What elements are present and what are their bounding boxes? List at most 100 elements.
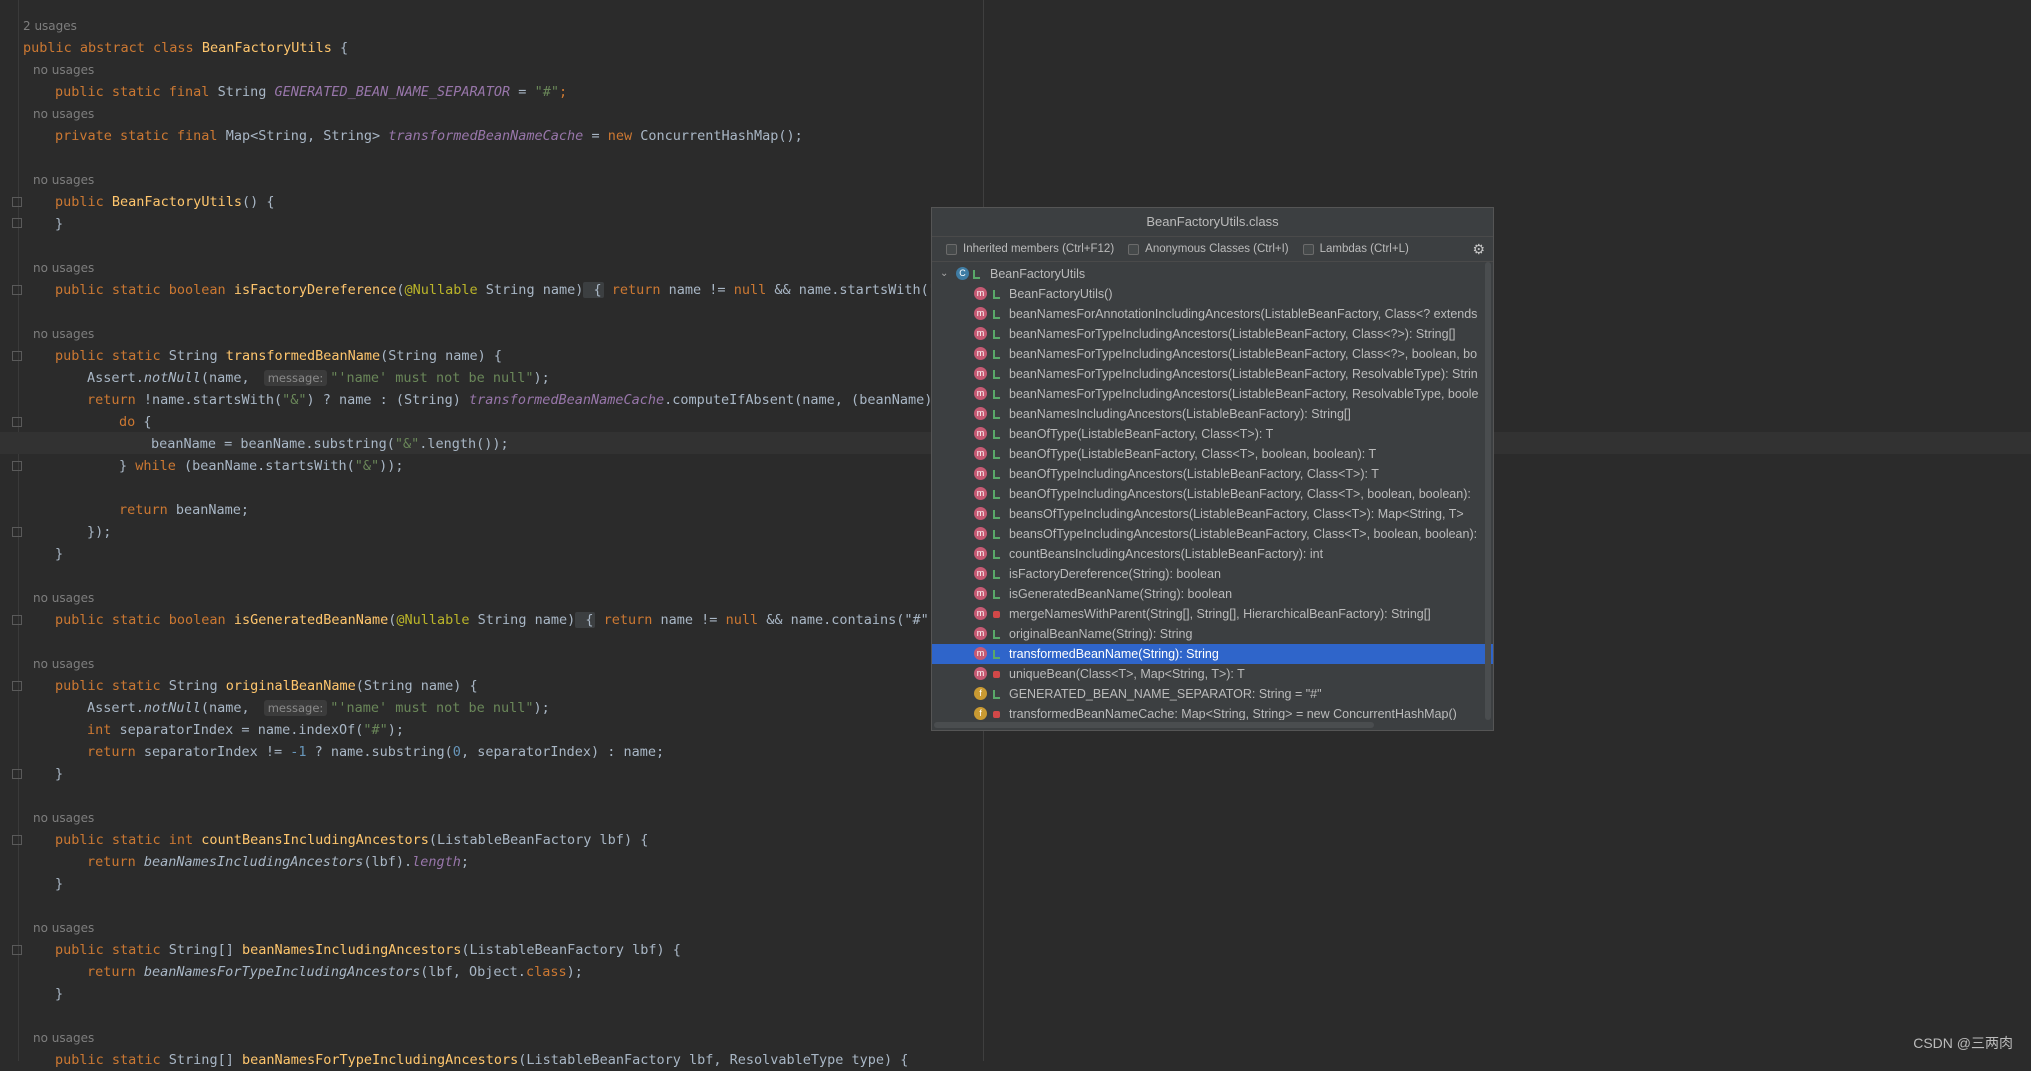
tree-item-label: BeanFactoryUtils() (1009, 287, 1113, 301)
tree-method-item[interactable]: m beanOfType(ListableBeanFactory, Class<T… (932, 444, 1493, 464)
popup-options-bar: Inherited members (Ctrl+F12) Anonymous C… (932, 237, 1493, 262)
inherited-members-checkbox[interactable]: Inherited members (Ctrl+F12) (946, 243, 1114, 255)
file-structure-popup[interactable]: BeanFactoryUtils.class Inherited members… (931, 207, 1494, 731)
lambdas-checkbox[interactable]: Lambdas (Ctrl+L) (1302, 243, 1409, 255)
code-line: }); (87, 524, 112, 540)
usages-hint[interactable]: no usages (0, 917, 94, 939)
tree-field-item[interactable]: f transformedBeanNameCache: Map<String, S… (932, 704, 1493, 720)
code-line: return beanName; (119, 502, 250, 518)
tree-method-item[interactable]: m beanNamesIncludingAncestors(ListableBea… (932, 404, 1493, 424)
tree-method-item[interactable]: m uniqueBean(Class<T>, Map<String, T>): T (932, 664, 1493, 684)
checkbox-icon[interactable] (1302, 243, 1314, 255)
public-visibility-icon (993, 430, 1000, 439)
usages-hint[interactable]: no usages (0, 59, 94, 81)
public-visibility-icon (993, 490, 1000, 499)
method-icon: m (974, 347, 987, 360)
class-icon: C (956, 267, 969, 280)
usages-hint[interactable]: no usages (0, 103, 94, 125)
public-visibility-icon (993, 590, 1000, 599)
tree-field-item[interactable]: f GENERATED_BEAN_NAME_SEPARATOR: String =… (932, 684, 1493, 704)
method-icon: m (974, 527, 987, 540)
tree-root-class[interactable]: ⌄ C BeanFactoryUtils (932, 264, 1493, 284)
field-icon: f (974, 707, 987, 720)
code-line: } (55, 546, 64, 562)
method-icon: m (974, 407, 987, 420)
tree-method-item[interactable]: m countBeansIncludingAncestors(ListableBe… (932, 544, 1493, 564)
code-line: Assert.notNull(name, message: "'name' mus… (87, 700, 550, 716)
tree-method-item[interactable]: m isGeneratedBeanName(String): boolean (932, 584, 1493, 604)
tree-item-label: transformedBeanNameCache: Map<String, St… (1009, 707, 1457, 720)
tree-method-item[interactable]: m beanNamesForTypeIncludingAncestors(List… (932, 384, 1493, 404)
code-line: beanName = beanName.substring("&".length… (151, 436, 509, 452)
public-visibility-icon (993, 350, 1000, 359)
method-icon: m (974, 667, 987, 680)
code-line: } (55, 766, 64, 782)
tree-method-item[interactable]: m beanOfType(ListableBeanFactory, Class<T… (932, 424, 1493, 444)
method-icon: m (974, 647, 987, 660)
method-icon: m (974, 447, 987, 460)
code-line: Assert.notNull(name, message: "'name' mus… (87, 370, 550, 386)
private-lock-icon (993, 611, 1000, 618)
tree-method-item[interactable]: m beansOfTypeIncludingAncestors(ListableB… (932, 524, 1493, 544)
tree-method-item[interactable]: m beansOfTypeIncludingAncestors(ListableB… (932, 504, 1493, 524)
method-icon: m (974, 307, 987, 320)
method-icon: m (974, 587, 987, 600)
public-visibility-icon (993, 650, 1000, 659)
tree-item-label: beanNamesForTypeIncludingAncestors(Lista… (1009, 327, 1456, 341)
checkbox-icon[interactable] (1128, 243, 1140, 255)
usages-hint[interactable]: no usages (0, 257, 94, 279)
chevron-down-icon[interactable]: ⌄ (940, 264, 948, 284)
code-line: public static String[] beanNamesForTypeI… (55, 1052, 909, 1068)
tree-method-item[interactable]: m beanOfTypeIncludingAncestors(ListableBe… (932, 484, 1493, 504)
public-visibility-icon (993, 570, 1000, 579)
public-visibility-icon (993, 450, 1000, 459)
tree-item-label: beanOfType(ListableBeanFactory, Class<T>… (1009, 427, 1274, 441)
vertical-scrollbar[interactable] (1485, 262, 1491, 720)
usages-hint[interactable]: no usages (0, 807, 94, 829)
tree-item-label: originalBeanName(String): String (1009, 627, 1193, 641)
code-line: return beanNamesIncludingAncestors(lbf).… (87, 854, 470, 870)
method-icon: m (974, 487, 987, 500)
tree-item-label: isFactoryDereference(String): boolean (1009, 567, 1221, 581)
tree-method-item[interactable]: m BeanFactoryUtils() (932, 284, 1493, 304)
code-line: do { (119, 414, 152, 430)
public-visibility-icon (993, 550, 1000, 559)
code-line: } (55, 216, 64, 232)
public-visibility-icon (993, 510, 1000, 519)
tree-method-item[interactable]: m isFactoryDereference(String): boolean (932, 564, 1493, 584)
usages-hint[interactable]: no usages (0, 1027, 94, 1049)
tree-method-item[interactable]: m beanNamesForTypeIncludingAncestors(List… (932, 364, 1493, 384)
usages-hint[interactable]: 2 usages (0, 15, 77, 37)
usages-hint[interactable]: no usages (0, 169, 94, 191)
public-visibility-icon (993, 410, 1000, 419)
tree-method-item[interactable]: m beanNamesForAnnotationIncludingAncestor… (932, 304, 1493, 324)
tree-item-label: isGeneratedBeanName(String): boolean (1009, 587, 1233, 601)
tree-method-item[interactable]: m originalBeanName(String): String (932, 624, 1493, 644)
tree-method-item[interactable]: m beanNamesForTypeIncludingAncestors(List… (932, 344, 1493, 364)
gear-icon[interactable]: ⚙ (1472, 241, 1485, 258)
anonymous-classes-checkbox[interactable]: Anonymous Classes (Ctrl+I) (1128, 243, 1289, 255)
method-icon: m (974, 547, 987, 560)
usages-hint[interactable]: no usages (0, 653, 94, 675)
code-line: public static String[] beanNamesIncludin… (55, 942, 681, 958)
private-lock-icon (993, 671, 1000, 678)
structure-tree[interactable]: ⌄ C BeanFactoryUtils m BeanFactoryUtils()… (932, 262, 1493, 720)
tree-item-label: beanNamesForTypeIncludingAncestors(Lista… (1009, 367, 1478, 381)
code-line: } (55, 986, 64, 1002)
horizontal-scrollbar[interactable] (934, 722, 1374, 728)
tree-method-item[interactable]: m mergeNamesWithParent(String[], String[]… (932, 604, 1493, 624)
usages-hint[interactable]: no usages (0, 587, 94, 609)
tree-method-item[interactable]: m beanNamesForTypeIncludingAncestors(List… (932, 324, 1493, 344)
checkbox-icon[interactable] (946, 243, 957, 255)
field-icon: f (974, 687, 987, 700)
code-line: return separatorIndex != -1 ? name.subst… (87, 744, 665, 760)
code-line: public static String transformedBeanName… (55, 348, 503, 364)
tree-method-item[interactable]: m transformedBeanName(String): String (932, 644, 1493, 664)
public-visibility-icon (993, 370, 1000, 379)
public-visibility-icon (993, 290, 1000, 299)
method-icon: m (974, 287, 987, 300)
code-line: private static final Map<String, String>… (55, 128, 803, 144)
tree-method-item[interactable]: m beanOfTypeIncludingAncestors(ListableBe… (932, 464, 1493, 484)
code-line: public static boolean isFactoryDereferen… (55, 282, 954, 298)
usages-hint[interactable]: no usages (0, 323, 94, 345)
